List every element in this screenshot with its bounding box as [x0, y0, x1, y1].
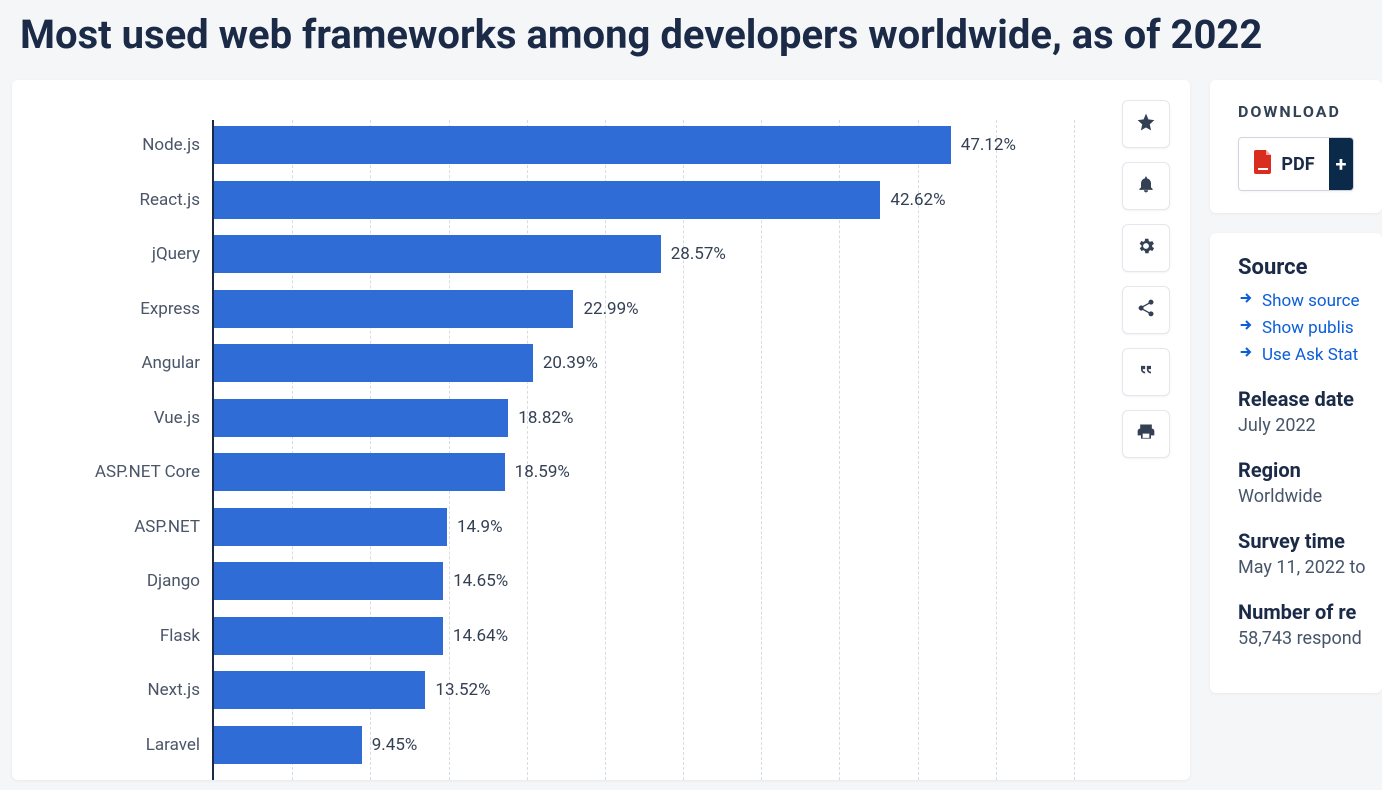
- show-publisher-label: Show publis: [1262, 318, 1354, 338]
- bar-category-label: Node.js: [34, 135, 214, 155]
- download-card: DOWNLOAD PDF +: [1210, 80, 1382, 213]
- favorite-button[interactable]: [1122, 100, 1170, 148]
- bar-value-label: 14.65%: [453, 571, 508, 591]
- bar-value-label: 22.99%: [583, 299, 638, 319]
- arrow-right-icon: [1238, 290, 1254, 311]
- download-pdf-button[interactable]: PDF +: [1238, 137, 1354, 191]
- bar-row: jQuery28.57%: [214, 235, 726, 273]
- bar-rect[interactable]: [214, 290, 573, 328]
- bar-rect[interactable]: [214, 453, 505, 491]
- page-title: Most used web frameworks among developer…: [0, 0, 1382, 80]
- share-icon: [1136, 298, 1156, 322]
- quote-icon: [1136, 360, 1156, 384]
- bar-row: Laravel9.45%: [214, 726, 417, 764]
- bar-rect[interactable]: [214, 181, 880, 219]
- bar-value-label: 20.39%: [543, 353, 598, 373]
- bar-category-label: Django: [34, 571, 214, 591]
- bar-row: Express22.99%: [214, 290, 639, 328]
- bar-value-label: 42.62%: [890, 190, 945, 210]
- respondents-label: Number of re: [1238, 600, 1382, 624]
- respondents-value: 58,743 respond: [1238, 628, 1382, 649]
- show-sources-label: Show source: [1262, 291, 1360, 311]
- arrow-right-icon: [1238, 317, 1254, 338]
- bar-rect[interactable]: [214, 617, 443, 655]
- pdf-icon: [1253, 150, 1273, 179]
- download-heading: DOWNLOAD: [1238, 102, 1382, 121]
- bar-category-label: Laravel: [34, 735, 214, 755]
- region-label: Region: [1238, 458, 1382, 482]
- star-icon: [1136, 112, 1156, 136]
- bell-icon: [1136, 174, 1156, 198]
- bar-row: Flask14.64%: [214, 617, 508, 655]
- release-date-value: July 2022: [1238, 415, 1382, 436]
- bar-row: Next.js13.52%: [214, 671, 491, 709]
- bar-rect[interactable]: [214, 235, 661, 273]
- print-icon: [1136, 422, 1156, 446]
- settings-button[interactable]: [1122, 224, 1170, 272]
- bar-value-label: 18.82%: [518, 408, 573, 428]
- pdf-label: PDF: [1281, 154, 1314, 175]
- bar-category-label: Angular: [34, 353, 214, 373]
- survey-time-value: May 11, 2022 to: [1238, 557, 1382, 578]
- bar-row: React.js42.62%: [214, 181, 946, 219]
- bar-category-label: ASP.NET: [34, 517, 214, 537]
- bar-category-label: React.js: [34, 190, 214, 210]
- bar-row: ASP.NET14.9%: [214, 508, 503, 546]
- bar-value-label: 9.45%: [372, 735, 418, 755]
- bar-rect[interactable]: [214, 726, 362, 764]
- chart-bars: Node.js47.12% React.js42.62% jQuery28.57% E…: [214, 120, 1072, 780]
- bar-rect[interactable]: [214, 562, 443, 600]
- show-publisher-link[interactable]: Show publis: [1238, 317, 1382, 338]
- bar-row: Vue.js18.82%: [214, 399, 573, 437]
- bar-rect[interactable]: [214, 508, 447, 546]
- bar-rect[interactable]: [214, 126, 951, 164]
- bar-category-label: Express: [34, 299, 214, 319]
- print-button[interactable]: [1122, 410, 1170, 458]
- share-button[interactable]: [1122, 286, 1170, 334]
- bar-row: Django14.65%: [214, 562, 508, 600]
- meta-card: Source Show source Show publis Use Ask S…: [1210, 233, 1382, 693]
- chart-plot: Node.js47.12% React.js42.62% jQuery28.57% E…: [212, 120, 1072, 780]
- bar-value-label: 18.59%: [515, 462, 570, 482]
- bar-row: Node.js47.12%: [214, 126, 1016, 164]
- show-sources-link[interactable]: Show source: [1238, 290, 1382, 311]
- bar-value-label: 47.12%: [961, 135, 1016, 155]
- arrow-right-icon: [1238, 344, 1254, 365]
- gridline: [1074, 120, 1075, 780]
- bar-value-label: 28.57%: [671, 244, 726, 264]
- bar-row: Angular20.39%: [214, 344, 598, 382]
- bar-category-label: jQuery: [34, 244, 214, 264]
- notify-button[interactable]: [1122, 162, 1170, 210]
- source-heading: Source: [1238, 255, 1382, 280]
- ask-statista-link[interactable]: Use Ask Stat: [1238, 344, 1382, 365]
- gear-icon: [1136, 236, 1156, 260]
- survey-time-label: Survey time: [1238, 529, 1382, 553]
- bar-value-label: 13.52%: [435, 680, 490, 700]
- bar-category-label: Next.js: [34, 680, 214, 700]
- bar-category-label: ASP.NET Core: [34, 462, 214, 482]
- release-date-label: Release date: [1238, 387, 1382, 411]
- bar-rect[interactable]: [214, 671, 425, 709]
- region-value: Worldwide: [1238, 486, 1382, 507]
- bar-category-label: Flask: [34, 626, 214, 646]
- sidebar: DOWNLOAD PDF + Source Show source Show p…: [1210, 80, 1382, 780]
- pdf-plus: +: [1329, 138, 1353, 190]
- bar-value-label: 14.9%: [457, 517, 503, 537]
- bar-value-label: 14.64%: [453, 626, 508, 646]
- chart-toolbar: [1122, 100, 1170, 458]
- bar-rect[interactable]: [214, 399, 508, 437]
- bar-category-label: Vue.js: [34, 408, 214, 428]
- chart-card: Node.js47.12%React.js42.62%jQuery28.57%E…: [12, 80, 1190, 780]
- cite-button[interactable]: [1122, 348, 1170, 396]
- bar-row: ASP.NET Core18.59%: [214, 453, 570, 491]
- ask-statista-label: Use Ask Stat: [1262, 345, 1358, 365]
- bar-rect[interactable]: [214, 344, 533, 382]
